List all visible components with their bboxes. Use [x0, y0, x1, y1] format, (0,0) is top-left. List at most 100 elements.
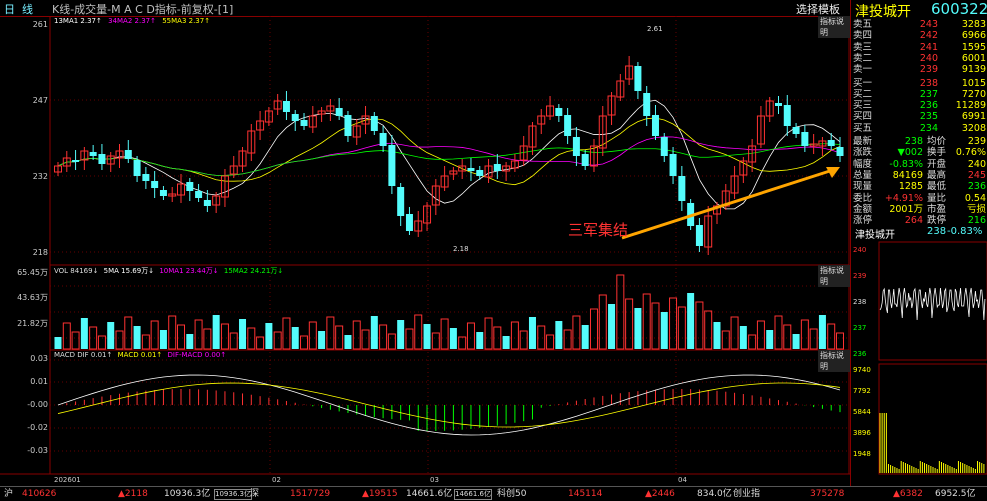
quote-stat-label: 均价: [927, 136, 947, 147]
volume-bar: [774, 315, 783, 350]
buy-level-row[interactable]: 买二 237 7270: [853, 89, 986, 100]
macd-axis-label: -0.00: [27, 400, 48, 409]
vol-legend-value: VOL 84169↓: [54, 267, 99, 275]
quote-level-label: 卖三: [853, 41, 873, 53]
quote-stat-row[interactable]: 现量 1285 最低 236: [853, 181, 986, 192]
quote-level-volume: 9139: [961, 64, 986, 76]
volume-bar: [739, 326, 747, 349]
volume-bar: [212, 315, 220, 349]
mini-price-axis-label: 237: [853, 324, 867, 332]
quote-level-volume: 6966: [961, 30, 986, 42]
volume-bar: [431, 332, 440, 350]
sell-level-row[interactable]: 卖四 242 6966: [853, 30, 986, 41]
quote-stat-value: 264: [904, 215, 923, 227]
volume-bar: [677, 306, 686, 350]
moving-average-line: [57, 117, 841, 186]
buy-level-row[interactable]: 买三 236 11289: [853, 100, 986, 111]
volume-bar: [687, 293, 695, 349]
quote-stat-row[interactable]: 委比 +4.91% 量比 0.54: [853, 193, 986, 204]
mini-intraday-chart[interactable]: [851, 240, 987, 486]
volume-bar: [71, 331, 80, 350]
select-template-button[interactable]: 选择模板: [796, 1, 840, 17]
volume-bar: [572, 315, 581, 350]
quote-stat-value: 236: [967, 181, 986, 193]
quote-level-label: 买四: [853, 111, 873, 123]
mini-volume-axis-label: 9740: [853, 366, 871, 374]
buy-level-row[interactable]: 买五 234 3208: [853, 123, 986, 134]
macd-dea-legend: MACD 0.01↑: [117, 351, 163, 359]
vol-ma10-legend: 10MA1 23.44万↓: [159, 267, 219, 275]
candle-body: [98, 154, 106, 164]
ma55-legend: 55MA3 2.37↑: [162, 17, 211, 25]
volume-bar: [318, 331, 326, 349]
buy-level-row[interactable]: 买四 235 6991: [853, 111, 986, 122]
macd-axis-label: -0.02: [27, 423, 48, 432]
quote-stat-value: 0.54: [964, 192, 986, 204]
volume-bar: [669, 297, 678, 350]
buy-level-row[interactable]: 买一 238 1015: [853, 78, 986, 89]
period-tab[interactable]: 日: [4, 1, 15, 17]
explain-button-price[interactable]: 指标说明: [818, 16, 850, 38]
volume-bar: [203, 328, 212, 350]
sh-index-value: 410626: [22, 489, 57, 499]
quote-stat-label: 金额: [853, 203, 873, 215]
quote-stat-label: 最新: [853, 136, 873, 147]
mini-change: -0.83%: [947, 226, 983, 237]
candle-body: [572, 137, 580, 156]
candle-body: [783, 105, 791, 126]
volume-bar: [326, 316, 335, 350]
quote-stat-value: 240: [967, 158, 986, 170]
volume-bar: [265, 323, 273, 349]
volume-bar: [62, 322, 71, 350]
sell-level-row[interactable]: 卖二 240 6001: [853, 53, 986, 64]
mini-chart-header: 津投城开 238 -0.83%: [851, 226, 987, 241]
volume-bar: [115, 330, 124, 350]
vol-axis-label: 43.63万: [17, 293, 48, 302]
volume-bar: [97, 335, 106, 350]
sell-level-row[interactable]: 卖五 243 3283: [853, 19, 986, 30]
quote-stat-row[interactable]: 金额 2001万 市盈 亏损: [853, 204, 986, 215]
volume-bar: [519, 330, 528, 350]
candle-body: [203, 200, 211, 206]
volume-bar: [730, 316, 739, 350]
quote-stat-value: 245: [967, 169, 986, 181]
mini-volume-axis-label: 1948: [853, 450, 871, 458]
quote-level-volume: 3208: [961, 122, 986, 134]
volume-bar: [291, 327, 299, 349]
volume-bar: [229, 332, 238, 350]
candle-body: [300, 120, 308, 126]
kline-chart-area[interactable]: 三军集结 2.61 2.18 13MA1 2.37↑ 34MA2 2.37↑ 5…: [0, 15, 850, 486]
quote-stat-row[interactable]: 最新 238 均价 239: [853, 136, 986, 147]
sell-level-row[interactable]: 卖一 239 9139: [853, 64, 986, 75]
period-tab-line[interactable]: 线: [22, 1, 33, 17]
sell-level-row[interactable]: 卖三 241 1595: [853, 42, 986, 53]
volume-bar: [800, 319, 809, 350]
quote-stat-value: 2001万: [889, 203, 923, 215]
candle-body: [651, 115, 659, 136]
candle-body: [72, 160, 80, 162]
quote-stat-label: 总量: [853, 169, 873, 181]
candle-body: [643, 93, 651, 116]
explain-button-macd[interactable]: 指标说明: [818, 350, 850, 372]
volume-bar: [256, 336, 265, 350]
quote-stat-value: -0.83%: [889, 158, 923, 170]
time-axis-label: 02: [272, 476, 281, 484]
explain-button-vol[interactable]: 指标说明: [818, 265, 850, 287]
quote-stat-row[interactable]: 涨跌 ▼002 换手 0.76%: [853, 147, 986, 158]
quote-stat-label: 跌停: [927, 215, 947, 227]
volume-bar: [159, 330, 167, 349]
volume-bar: [695, 301, 704, 350]
quote-stat-value: 216: [967, 215, 986, 227]
candle-body: [142, 174, 150, 181]
quote-stat-row[interactable]: 幅度 -0.83% 开盘 240: [853, 159, 986, 170]
volume-bar: [608, 304, 616, 349]
candle-body: [133, 160, 141, 176]
candle-body: [89, 152, 97, 156]
chart-canvas[interactable]: 三军集结 2.61 2.18: [0, 15, 850, 486]
quote-stat-label: 最低: [927, 181, 947, 193]
volume-bar: [80, 318, 88, 349]
volume-bar: [546, 334, 555, 350]
moving-average-line: [57, 143, 841, 176]
quote-stat-row[interactable]: 涨停 264 跌停 216: [853, 215, 986, 226]
quote-stat-row[interactable]: 总量 84169 最高 245: [853, 170, 986, 181]
